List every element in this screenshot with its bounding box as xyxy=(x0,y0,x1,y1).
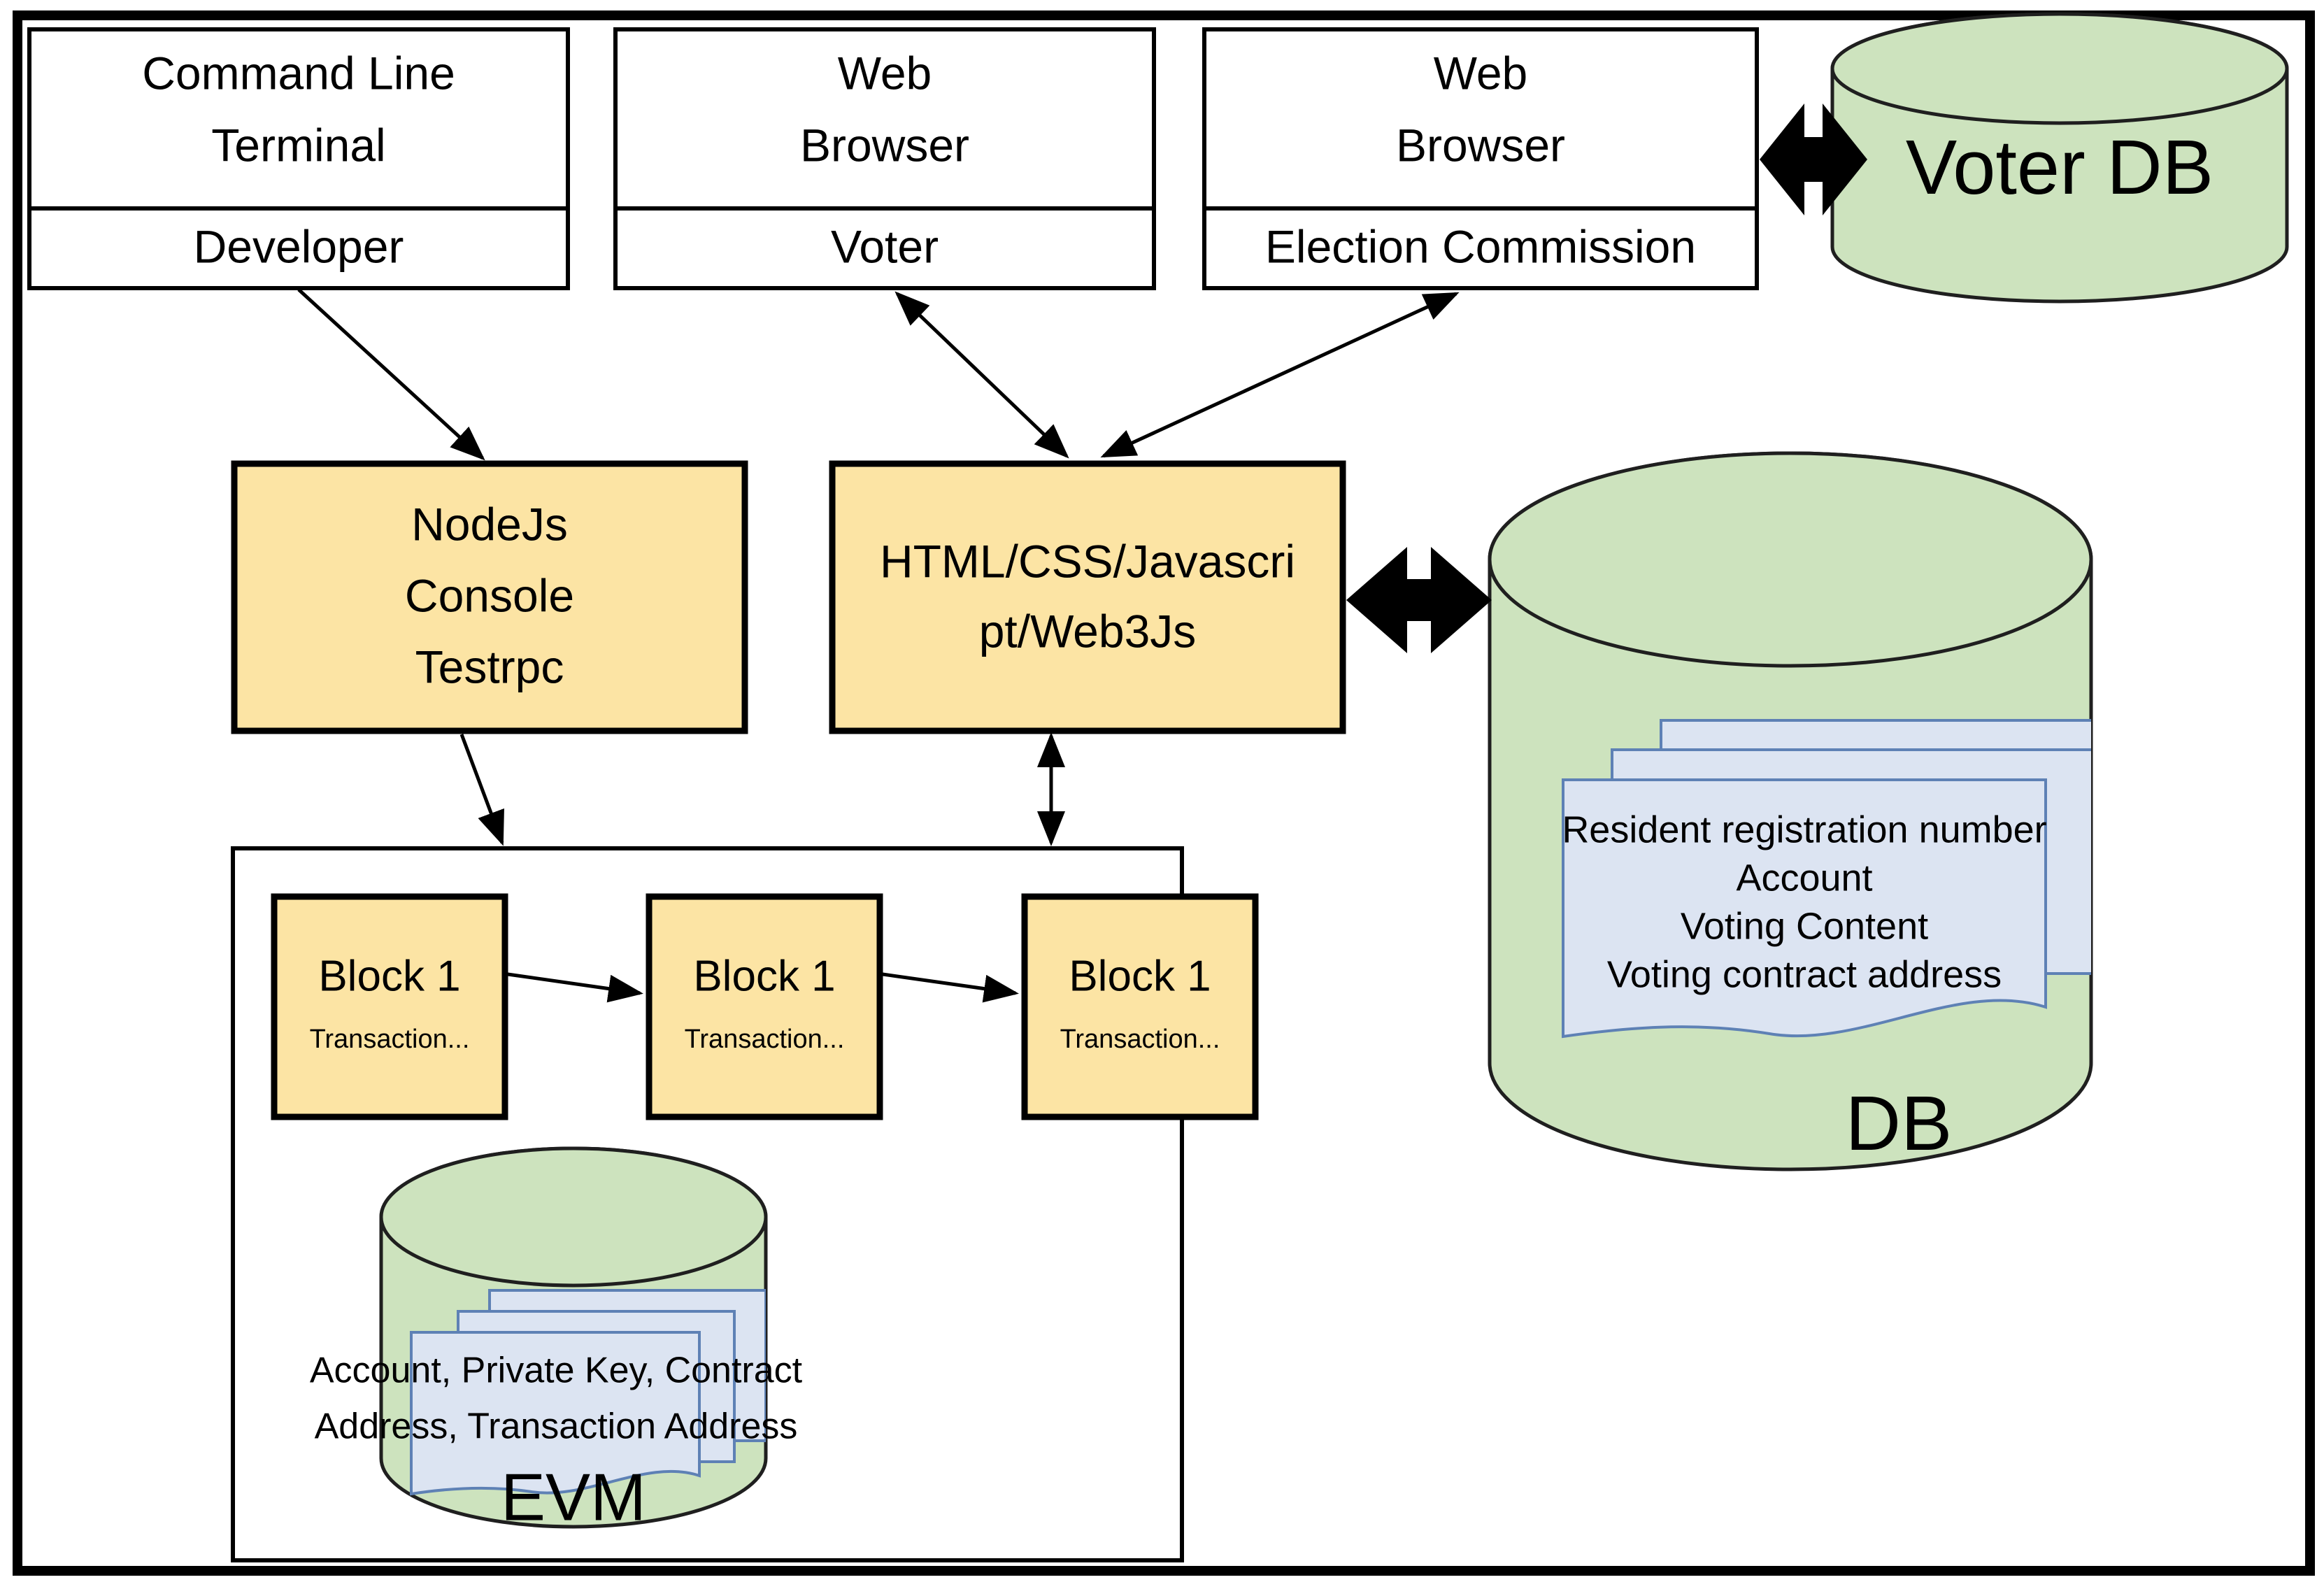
block-3-subtitle: Transaction... xyxy=(1060,1025,1220,1054)
cmd-terminal-interface-line1: Command Line xyxy=(142,47,455,99)
blockchain-block-2: Block 1 Transaction... xyxy=(646,893,883,1120)
web-frontend-box xyxy=(829,460,1346,734)
evm-store-top-ellipse xyxy=(379,1146,768,1288)
blockchain-block-1: Block 1 Transaction... xyxy=(271,893,508,1120)
main-db-doc-line-0: Resident registration number xyxy=(1562,808,2046,850)
voter-db-cylinder: Voter DB xyxy=(1830,12,2289,304)
evm-label: EVM xyxy=(501,1460,646,1534)
nodejs-line1: NodeJs xyxy=(411,498,568,550)
cmd-terminal-actor-label: Developer xyxy=(194,220,404,272)
client-box-cmd-terminal: Command Line Terminal Developer xyxy=(27,27,570,290)
block-2-box xyxy=(646,893,883,1120)
cmd-terminal-interface-line2: Terminal xyxy=(211,119,385,171)
block-2-subtitle: Transaction... xyxy=(685,1025,845,1054)
ec-interface-line1: Web xyxy=(1434,47,1528,99)
evm-container: Block 1 Transaction... Block 1 Transacti… xyxy=(231,846,1259,1562)
voter-interface-line2: Browser xyxy=(800,119,969,171)
evm-doc-line-1: Address, Transaction Address xyxy=(315,1406,798,1447)
voter-db-top-ellipse xyxy=(1830,12,2289,125)
main-db-top-ellipse xyxy=(1488,451,2093,668)
client-box-web-browser-voter: Web Browser Voter xyxy=(613,27,1156,290)
blockchain-block-3: Block 1 Transaction... xyxy=(1021,893,1259,1120)
client-box-web-browser-election-commission: Web Browser Election Commission xyxy=(1202,27,1759,290)
block-1-box xyxy=(271,893,508,1120)
voter-db-label: Voter DB xyxy=(1906,124,2213,211)
block-1-subtitle: Transaction... xyxy=(310,1025,470,1054)
main-db-label: DB xyxy=(1846,1081,1953,1167)
web-frontend-line2: pt/Web3Js xyxy=(979,605,1197,657)
evm-doc-line-0: Account, Private Key, Contract xyxy=(310,1351,803,1391)
block-3-box xyxy=(1021,893,1259,1120)
component-web-frontend: HTML/CSS/Javascri pt/Web3Js xyxy=(829,460,1346,734)
main-db-doc-line-2: Voting Content xyxy=(1681,905,1928,947)
voter-actor-label: Voter xyxy=(831,220,939,272)
nodejs-line2: Console xyxy=(405,569,574,621)
block-2-title: Block 1 xyxy=(693,952,835,1000)
architecture-diagram: Command Line Terminal Developer Web Brow… xyxy=(0,0,2324,1589)
ec-interface-line2: Browser xyxy=(1396,119,1565,171)
main-db-doc-line-1: Account xyxy=(1736,857,1872,899)
main-db-doc-line-3: Voting contract address xyxy=(1607,953,2002,995)
web-frontend-line1: HTML/CSS/Javascri xyxy=(880,535,1295,587)
voter-interface-line1: Web xyxy=(838,47,932,99)
diagram-canvas: Command Line Terminal Developer Web Brow… xyxy=(13,10,2315,1576)
block-1-title: Block 1 xyxy=(318,952,460,1000)
component-nodejs-console: NodeJs Console Testrpc xyxy=(231,460,748,734)
main-db-cylinder: Resident registration number Account Vot… xyxy=(1488,451,2093,1171)
block-3-title: Block 1 xyxy=(1069,952,1211,1000)
ec-actor-label: Election Commission xyxy=(1265,220,1696,272)
nodejs-line3: Testrpc xyxy=(415,641,564,692)
